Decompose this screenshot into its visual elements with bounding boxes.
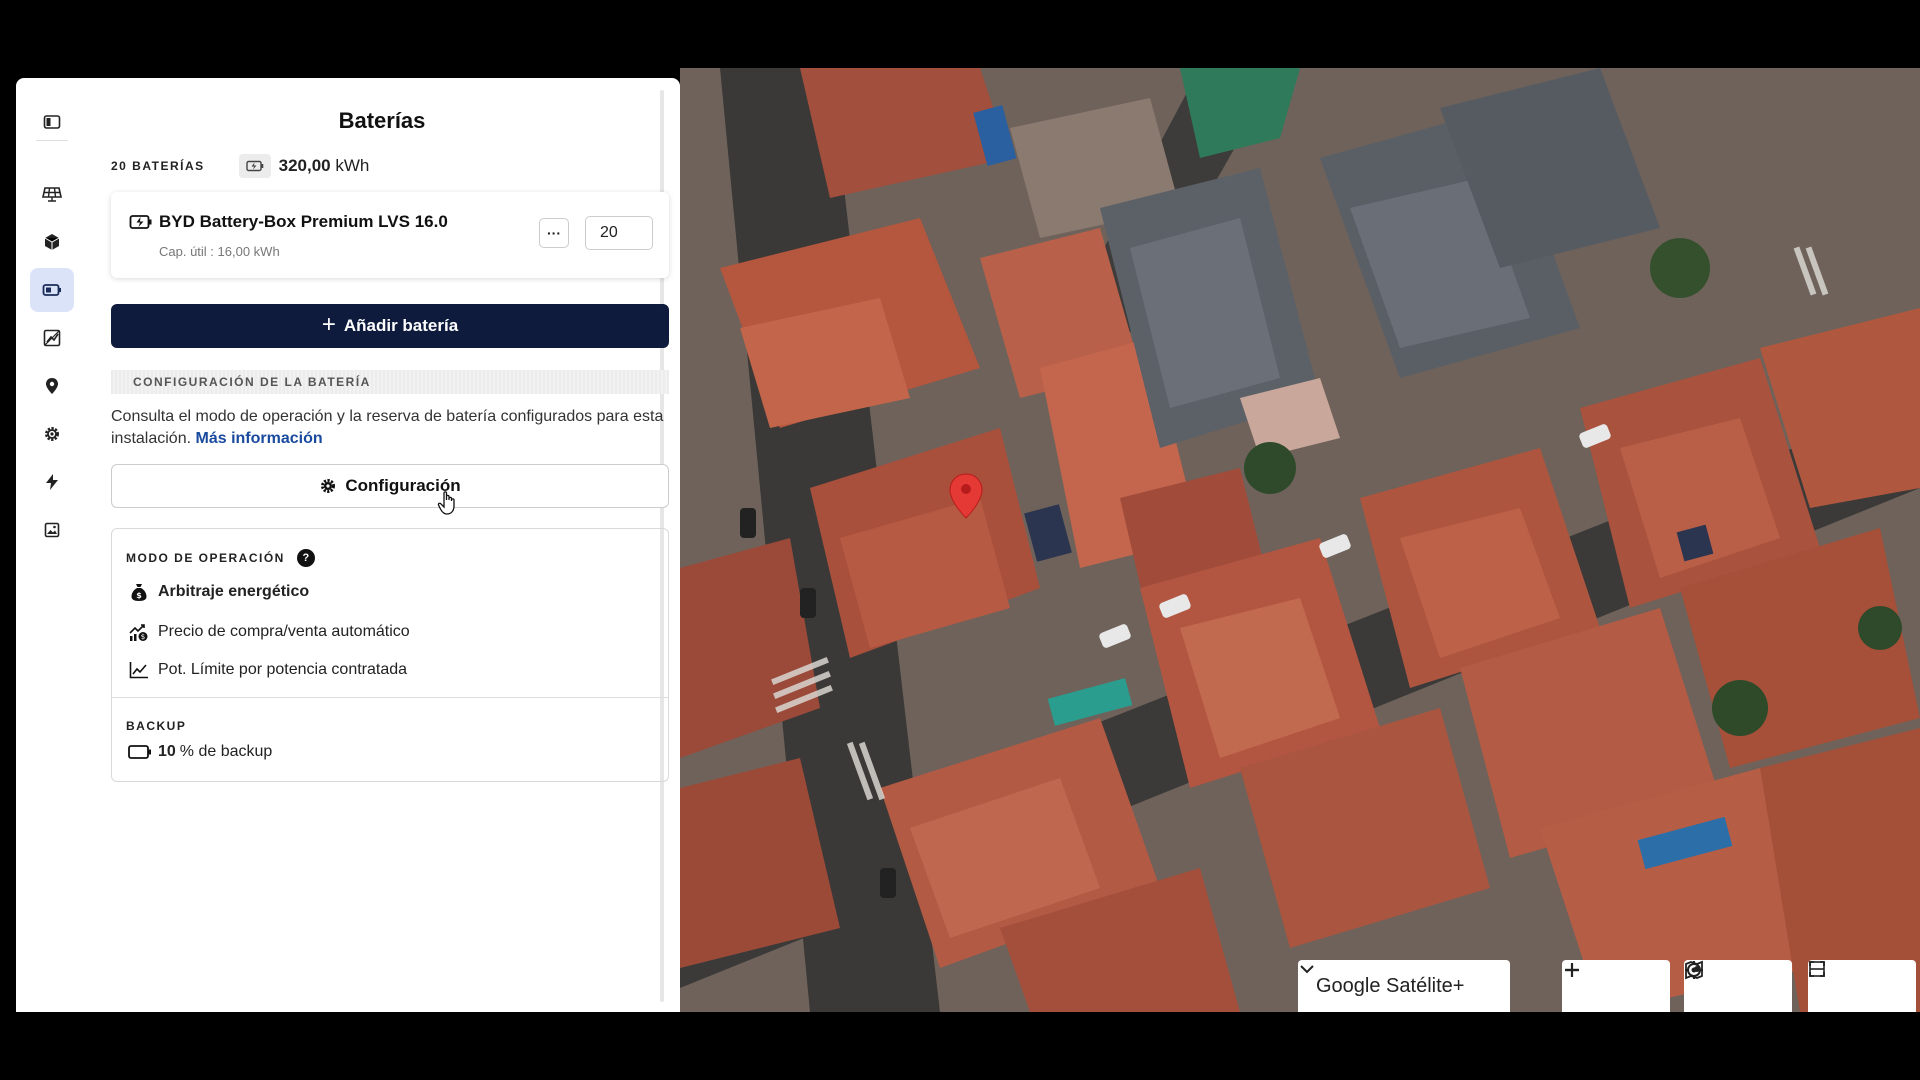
map-pin-button[interactable] — [1685, 960, 1785, 1006]
gear-icon — [319, 477, 337, 495]
line-chart-icon — [128, 659, 150, 681]
rail-item-location[interactable] — [30, 364, 74, 408]
zoom-controls — [1562, 960, 1670, 1012]
rail-item-consumption[interactable] — [30, 316, 74, 360]
rail-item-electrical[interactable] — [30, 460, 74, 504]
battery-summary: 20 BATERÍAS 320,00 kWh — [111, 154, 369, 178]
mode-item-text: Pot. Límite por potencia contratada — [158, 661, 408, 678]
battery-config-description: Consulta el modo de operación y la reser… — [111, 406, 669, 450]
battery-quantity-input[interactable]: 20 — [585, 216, 653, 250]
backup-label: BACKUP — [126, 719, 187, 733]
mode-item-arbitrage: $ Arbitraje energético — [128, 581, 309, 603]
sidebar-toggle-icon — [43, 115, 61, 129]
battery-name: BYD Battery-Box Premium LVS 16.0 — [159, 212, 448, 231]
help-icon[interactable]: ? — [296, 549, 315, 567]
rail-item-solar[interactable] — [30, 172, 74, 216]
batteries-panel: Baterías 20 BATERÍAS 320,00 kWh BYD Batt… — [95, 78, 669, 1012]
plus-icon: + — [321, 310, 336, 338]
location-pin-icon — [46, 378, 58, 394]
battery-more-button[interactable]: ··· — [539, 218, 569, 248]
battery-card[interactable]: BYD Battery-Box Premium LVS 16.0 Cap. út… — [111, 192, 669, 278]
svg-text:$: $ — [136, 591, 142, 600]
zoom-out-button[interactable] — [1565, 966, 1663, 1006]
page-title: Baterías — [338, 108, 426, 133]
gear-icon — [45, 427, 59, 441]
battery-charge-icon — [238, 154, 271, 178]
sidebar-panel: Baterías 20 BATERÍAS 320,00 kWh BYD Batt… — [16, 78, 680, 1012]
total-capacity-unit: kWh — [335, 156, 370, 175]
nav-rail — [16, 78, 88, 1012]
view-controls — [1808, 960, 1916, 1012]
fullscreen-icon — [1809, 961, 1825, 977]
solar-panel-icon — [42, 187, 62, 202]
map-layer-select[interactable]: Google Satélite+ — [1298, 960, 1510, 1012]
mode-item-auto-price: $ Precio de compra/venta automático — [128, 621, 410, 643]
image-icon — [44, 522, 60, 538]
battery-capacity: Cap. útil : 16,00 kWh — [159, 244, 280, 259]
battery-charge-icon — [129, 215, 152, 229]
battery-outline-icon — [128, 745, 151, 759]
rail-item-settings[interactable] — [30, 412, 74, 456]
battery-config-heading: CONFIGURACIÓN DE LA BATERÍA — [111, 370, 669, 394]
map-imagery — [680, 68, 1920, 1012]
consumption-icon — [43, 329, 61, 347]
operation-mode-label: MODO DE OPERACIÓN — [126, 551, 285, 565]
add-battery-label: Añadir batería — [343, 316, 459, 335]
mode-item-text: Precio de compra/venta automático — [158, 623, 410, 640]
svg-text:$: $ — [141, 633, 145, 641]
backup-suffix: % de backup — [179, 743, 273, 760]
app-stage: Google Satélite+ Baterías 20 BATERÍAS 32… — [0, 68, 1920, 1012]
backup-value-row: 10 % de backup — [128, 743, 272, 761]
location-controls — [1684, 960, 1792, 1012]
rail-item-modules[interactable] — [30, 220, 74, 264]
satellite-map[interactable]: Google Satélite+ — [680, 68, 1920, 1012]
rail-item-batteries[interactable] — [30, 268, 74, 312]
operation-mode-card: MODO DE OPERACIÓN ? $ Arbitraje energéti… — [111, 528, 669, 782]
mode-item-text: Arbitraje energético — [158, 583, 310, 600]
battery-icon — [42, 284, 61, 296]
sidebar-toggle-button[interactable] — [30, 100, 74, 144]
card-divider — [112, 697, 668, 698]
more-info-link[interactable]: Más información — [196, 430, 323, 447]
mode-item-power-limit: Pot. Límite por potencia contratada — [128, 659, 407, 681]
configuration-button[interactable]: Configuración — [111, 464, 669, 508]
map-layer-select-value: Google Satélite+ — [1316, 974, 1465, 997]
rail-divider — [36, 140, 68, 141]
total-capacity-value: 320,00 — [278, 156, 331, 175]
description-text: Consulta el modo de operación y la reser… — [111, 408, 664, 447]
bolt-icon — [46, 474, 58, 490]
money-bag-icon: $ — [128, 581, 150, 603]
add-battery-button[interactable]: + Añadir batería — [111, 304, 669, 348]
rail-item-images[interactable] — [30, 508, 74, 552]
map-pin-icon — [1685, 960, 1703, 980]
minus-icon — [1565, 968, 1579, 972]
hand-cursor-icon — [437, 490, 459, 521]
backup-value: 10 — [158, 743, 176, 760]
price-trend-icon: $ — [128, 621, 150, 643]
cube-icon — [44, 234, 60, 250]
fullscreen-button[interactable] — [1809, 961, 1909, 1006]
battery-count: 20 BATERÍAS — [111, 159, 205, 173]
